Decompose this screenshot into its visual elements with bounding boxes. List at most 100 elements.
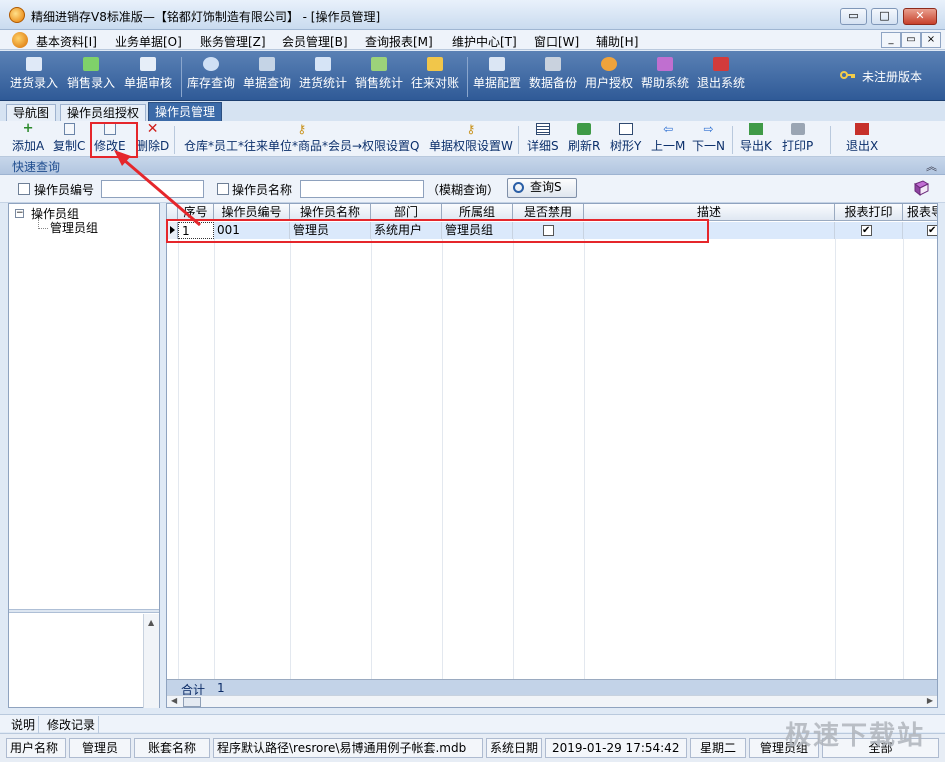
menu-help[interactable]: 辅助[H] [596, 33, 638, 50]
operator-no-input[interactable] [101, 180, 204, 198]
cell-report-print[interactable] [835, 222, 903, 239]
detail-label: 详细S [527, 139, 559, 153]
status-account-label: 账套名称 [134, 738, 210, 758]
scroll-thumb[interactable] [183, 697, 201, 707]
fuzzy-query-hint: （模糊查询） [427, 183, 500, 197]
menu-logo-icon [12, 32, 28, 48]
report-export-checkbox[interactable] [927, 223, 937, 239]
status-db-path: 程序默认路径\resrore\易博通用例子帐套.mdb [213, 738, 483, 758]
menu-business-bills[interactable]: 业务单据[O] [115, 33, 182, 50]
sales-entry-label: 销售录入 [67, 76, 116, 90]
add-button[interactable]: + 添加A [12, 122, 44, 154]
toolbar-separator [467, 57, 468, 97]
grid-line [214, 239, 215, 679]
previous-button[interactable]: ⇦ 上一M [651, 123, 685, 154]
main-toolbar: 进货录入 销售录入 单据审核 库存查询 单据查询 进货统计 销售统计 往来对账 … [0, 51, 945, 101]
col-report-export[interactable]: 报表导 [903, 204, 937, 221]
minimize-button[interactable]: ▭ [840, 8, 867, 25]
refresh-button[interactable]: 刷新R [568, 123, 600, 154]
tree-scrollbar[interactable]: ▲ [143, 614, 159, 708]
operator-name-input[interactable] [300, 180, 424, 198]
tree-node-admin-group[interactable]: 管理员组 [50, 219, 98, 236]
scroll-left-icon[interactable]: ◀ [171, 696, 177, 705]
purchase-entry-button[interactable]: 进货录入 [10, 55, 58, 97]
edit-button-highlight [90, 122, 138, 158]
exit-system-button[interactable]: 退出系统 [697, 55, 745, 97]
help-book-icon[interactable] [913, 180, 930, 196]
menu-accounts[interactable]: 账务管理[Z] [200, 33, 266, 50]
user-auth-button[interactable]: 用户授权 [585, 55, 633, 97]
tab-navigation[interactable]: 导航图 [6, 104, 57, 122]
menu-maintenance[interactable]: 维护中心[T] [452, 33, 517, 50]
collapse-icon[interactable]: ︽ [926, 158, 937, 174]
query-button-label: 查询S [530, 180, 562, 194]
detail-button[interactable]: 详细S [527, 123, 559, 154]
operator-no-checkbox[interactable] [18, 183, 30, 195]
operator-name-checkbox[interactable] [217, 183, 229, 195]
menu-members[interactable]: 会员管理[B] [282, 33, 348, 50]
bill-search-button[interactable]: 单据查询 [243, 55, 291, 97]
print-icon [790, 123, 805, 135]
reconcile-button[interactable]: 往来对账 [411, 55, 459, 97]
mdi-close-button[interactable]: × [921, 32, 941, 48]
tree-icon [618, 123, 633, 135]
pane-splitter[interactable] [9, 609, 159, 613]
delete-button[interactable]: ✕ 删除D [136, 122, 169, 154]
exit-icon [855, 123, 870, 135]
audit-button[interactable]: 单据审核 [124, 55, 172, 97]
purchase-stats-button[interactable]: 进货统计 [299, 55, 347, 97]
exit-system-label: 退出系统 [697, 76, 746, 90]
tree-view-button[interactable]: 树形Y [610, 123, 641, 154]
arrow-left-icon: ⇦ [663, 122, 674, 136]
tree-expander[interactable]: − [15, 209, 24, 218]
key-icon: ⚷ [466, 122, 476, 136]
export-button[interactable]: 导出K [740, 123, 772, 154]
bill-search-icon [259, 57, 275, 71]
bill-permission-button[interactable]: ⚷ 单据权限设置W [429, 123, 513, 154]
cell-report-export[interactable] [903, 222, 937, 239]
maximize-button[interactable]: □ [871, 8, 898, 25]
help-book-icon [657, 57, 673, 71]
mdi-restore-button[interactable]: ▭ [901, 32, 921, 48]
copy-button[interactable]: 复制C [53, 123, 85, 154]
operator-grid: 序号 操作员编号 操作员名称 部门 所属组 是否禁用 描述 报表打印 报表导 1… [166, 203, 938, 708]
menu-window[interactable]: 窗口[W] [534, 33, 579, 50]
grid-horizontal-scrollbar[interactable]: ◀ ▶ [167, 695, 937, 707]
register-key-icon [840, 71, 855, 79]
exit-button[interactable]: 退出X [846, 123, 878, 154]
sales-stats-button[interactable]: 销售统计 [355, 55, 403, 97]
print-button[interactable]: 打印P [782, 123, 813, 154]
stock-search-button[interactable]: 库存查询 [187, 55, 235, 97]
operator-toolbar: + 添加A 复制C 修改E ✕ 删除D ⚷ 仓库*员工*往来单位*商品*会员→权… [0, 121, 945, 157]
refresh-icon [577, 123, 592, 135]
tab-description[interactable]: 说明 [8, 716, 40, 733]
tab-operator-group-auth[interactable]: 操作员组授权 [60, 104, 147, 122]
bill-config-button[interactable]: 单据配置 [473, 55, 521, 97]
exit-label: 退出X [846, 139, 879, 153]
tab-operator-management[interactable]: 操作员管理 [148, 102, 223, 122]
tab-change-log[interactable]: 修改记录 [44, 716, 100, 733]
help-button[interactable]: 帮助系统 [641, 55, 689, 97]
menu-reports[interactable]: 查询报表[M] [365, 33, 433, 50]
resource-permission-button[interactable]: ⚷ 仓库*员工*往来单位*商品*会员→权限设置Q [184, 123, 420, 154]
report-print-checkbox[interactable] [861, 223, 872, 239]
menu-basic-data[interactable]: 基本资料[I] [36, 33, 97, 50]
next-button[interactable]: ⇨ 下一N [692, 123, 725, 154]
scroll-up-icon[interactable]: ▲ [148, 618, 154, 627]
sales-entry-button[interactable]: 销售录入 [67, 55, 115, 97]
user-auth-label: 用户授权 [585, 76, 634, 90]
toolbar-separator [732, 126, 733, 154]
close-button[interactable]: ✕ [903, 8, 937, 25]
mdi-minimize-button[interactable]: _ [881, 32, 901, 48]
bill-config-label: 单据配置 [473, 76, 522, 90]
query-button[interactable]: 查询S [507, 178, 577, 198]
grid-footer: 合计 1 [167, 679, 937, 697]
search-icon [513, 182, 524, 193]
grid-line [835, 239, 836, 679]
document-tabs: 导航图 操作员组授权 操作员管理 [0, 101, 945, 122]
backup-button[interactable]: 数据备份 [529, 55, 577, 97]
scroll-right-icon[interactable]: ▶ [927, 696, 933, 705]
filter-bar: 操作员编号 操作员名称 （模糊查询） 查询S [0, 175, 945, 203]
col-report-print[interactable]: 报表打印 [835, 204, 903, 221]
register-status-text[interactable]: 未注册版本 [862, 68, 922, 85]
